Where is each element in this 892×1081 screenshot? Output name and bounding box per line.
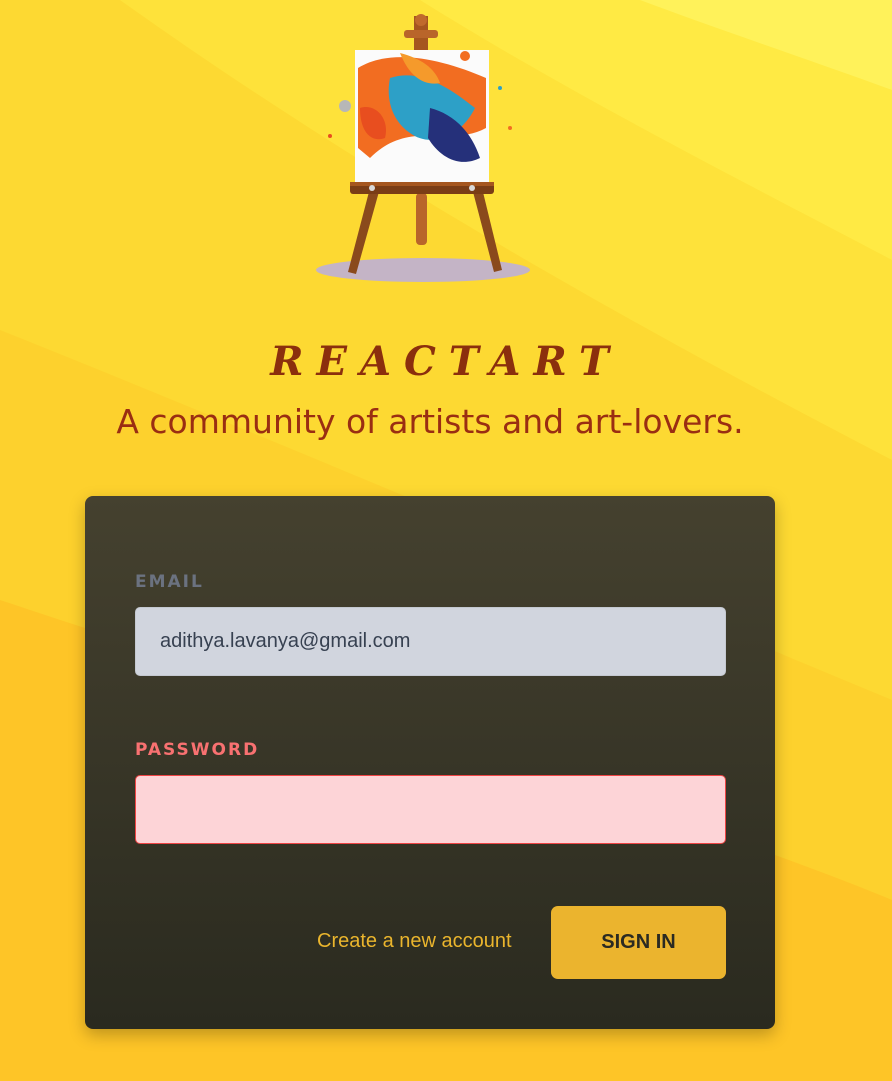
email-label: EMAIL bbox=[135, 572, 204, 592]
brand-tagline: A community of artists and art-lovers. bbox=[116, 402, 744, 441]
sign-in-button[interactable]: SIGN IN bbox=[551, 906, 726, 979]
password-label: PASSWORD bbox=[135, 740, 260, 760]
easel-painting-icon bbox=[316, 14, 530, 282]
create-account-link[interactable]: Create a new account bbox=[317, 930, 512, 953]
brand-title: REACTART bbox=[270, 338, 622, 385]
login-card: EMAIL PASSWORD Create a new account SIGN… bbox=[85, 496, 775, 1029]
password-field[interactable] bbox=[135, 775, 726, 844]
email-field[interactable] bbox=[135, 607, 726, 676]
